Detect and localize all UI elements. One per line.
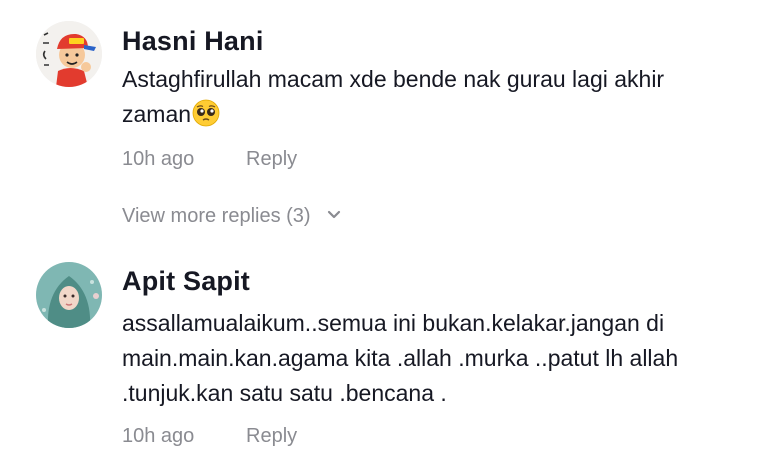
comment-timestamp: 10h ago: [122, 148, 195, 170]
chevron-down-icon: [328, 211, 341, 219]
comment-text-line: main.main.kan.agama kita .allah .murka .…: [122, 345, 679, 371]
pleading-face-icon: [192, 99, 220, 127]
comment-text-line: assallamualaikum..semua ini bukan.kelaka…: [122, 310, 665, 336]
view-more-replies-label: View more replies (3): [122, 205, 311, 227]
reply-button[interactable]: Reply: [246, 425, 297, 448]
comment-text-line: zaman: [122, 97, 752, 132]
comment-meta: 10h ago Reply: [122, 425, 297, 448]
comment-text-line-content: zaman: [122, 101, 192, 127]
view-more-replies-button[interactable]: View more replies (3): [122, 205, 342, 228]
comment-text: assallamualaikum..semua ini bukan.kelaka…: [122, 306, 752, 411]
comment-meta: 10h ago Reply: [122, 148, 297, 171]
comment-timestamp: 10h ago: [122, 425, 195, 447]
cartoon-kid-avatar-icon: [36, 21, 102, 87]
username[interactable]: Apit Sapit: [122, 266, 250, 297]
comment-text-line: .tunjuk.kan satu satu .bencana .: [122, 380, 447, 406]
reply-button[interactable]: Reply: [246, 148, 297, 171]
hijab-woman-avatar-icon: [36, 262, 102, 328]
username[interactable]: Hasni Hani: [122, 26, 264, 57]
avatar[interactable]: [36, 262, 102, 328]
comment-text-line: Astaghfirullah macam xde bende nak gurau…: [122, 66, 665, 92]
avatar[interactable]: [36, 21, 102, 87]
comment-text: Astaghfirullah macam xde bende nak gurau…: [122, 62, 752, 132]
